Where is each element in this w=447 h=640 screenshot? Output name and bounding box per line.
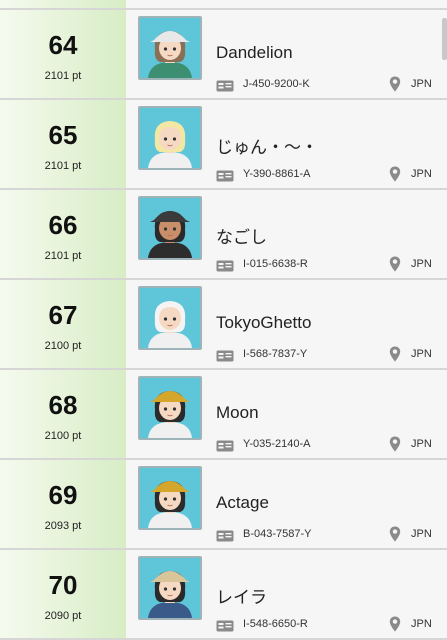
location-pin-icon	[389, 256, 401, 272]
rank-number: 65	[48, 120, 78, 150]
friend-code: J-450-9200-K	[243, 78, 310, 90]
points-value: 2101 pt	[44, 70, 82, 82]
scrollbar-thumb[interactable]	[442, 18, 447, 60]
player-avatar[interactable]	[138, 106, 202, 170]
location-pin-icon	[389, 76, 401, 92]
rank-number: 70	[48, 570, 78, 600]
leaderboard-row[interactable]: 66 2101 pt なごし I-015-6638-R JPN	[0, 190, 447, 278]
leaderboard-row[interactable]: 64 2101 pt Dandelion J-450-9200-K JPN	[0, 10, 447, 98]
id-card-icon	[216, 259, 234, 272]
player-avatar[interactable]	[138, 16, 202, 80]
player-avatar[interactable]	[138, 466, 202, 530]
country-code: JPN	[411, 438, 432, 450]
player-name: Actage	[216, 493, 269, 512]
leaderboard-row[interactable]: 65 2101 pt じゅん・～・ Y-390-8861-A JPN	[0, 100, 447, 188]
rank-cell: 65 2101 pt	[0, 100, 126, 188]
player-name: じゅん・～・	[216, 138, 318, 157]
points-value: 2101 pt	[44, 250, 82, 262]
rank-number: 64	[48, 30, 78, 60]
player-avatar[interactable]	[138, 556, 202, 620]
rank-number: 69	[48, 480, 78, 510]
rank-number: 68	[48, 390, 78, 420]
points-value: 2100 pt	[44, 430, 82, 442]
player-name: レイラ	[216, 588, 267, 607]
location-pin-icon	[389, 526, 401, 542]
location-pin-icon	[389, 616, 401, 632]
id-card-icon	[216, 619, 234, 632]
country-code: JPN	[411, 618, 432, 630]
player-name: なごし	[216, 228, 267, 247]
id-card-icon	[216, 79, 234, 92]
leaderboard-row[interactable]: 67 2100 pt TokyoGhetto I-568-7837-Y JPN	[0, 280, 447, 368]
friend-code: Y-390-8861-A	[243, 168, 311, 180]
points-value: 2090 pt	[44, 610, 82, 622]
location-pin-icon	[389, 346, 401, 362]
id-card-icon	[216, 439, 234, 452]
id-card-icon	[216, 529, 234, 542]
location-pin-icon	[389, 166, 401, 182]
friend-code: I-015-6638-R	[243, 258, 308, 270]
player-name: TokyoGhetto	[216, 313, 312, 332]
player-avatar[interactable]	[138, 286, 202, 350]
player-avatar[interactable]	[138, 376, 202, 440]
rank-cell: 66 2101 pt	[0, 190, 126, 278]
friend-code: I-548-6650-R	[243, 618, 308, 630]
country-code: JPN	[411, 348, 432, 360]
friend-code: I-568-7837-Y	[243, 348, 308, 360]
friend-code: Y-035-2140-A	[243, 438, 311, 450]
country-code: JPN	[411, 258, 432, 270]
leaderboard-list[interactable]: 64 2101 pt Dandelion J-450-9200-K JPN 65 21…	[0, 0, 447, 640]
leaderboard-row[interactable]: 69 2093 pt Actage B-043-7587-Y JPN	[0, 460, 447, 548]
player-name: Moon	[216, 403, 259, 422]
player-name: Dandelion	[216, 43, 293, 62]
friend-code: B-043-7587-Y	[243, 528, 312, 540]
rank-number: 67	[48, 300, 78, 330]
location-pin-icon	[389, 436, 401, 452]
leaderboard-row[interactable]: 70 2090 pt レイラ I-548-6650-R JPN	[0, 550, 447, 638]
rank-cell: 69 2093 pt	[0, 460, 126, 548]
previous-row-partial	[0, 0, 447, 8]
country-code: JPN	[411, 528, 432, 540]
player-avatar[interactable]	[138, 196, 202, 260]
rank-cell: 68 2100 pt	[0, 370, 126, 458]
points-value: 2101 pt	[44, 160, 82, 172]
id-card-icon	[216, 169, 234, 182]
rank-number: 66	[48, 210, 78, 240]
country-code: JPN	[411, 168, 432, 180]
leaderboard-row[interactable]: 68 2100 pt Moon Y-035-2140-A JPN	[0, 370, 447, 458]
id-card-icon	[216, 349, 234, 362]
country-code: JPN	[411, 78, 432, 90]
rank-cell: 64 2101 pt	[0, 10, 126, 98]
points-value: 2100 pt	[44, 340, 82, 352]
rank-cell: 67 2100 pt	[0, 280, 126, 368]
rank-cell: 70 2090 pt	[0, 550, 126, 638]
points-value: 2093 pt	[44, 520, 82, 532]
